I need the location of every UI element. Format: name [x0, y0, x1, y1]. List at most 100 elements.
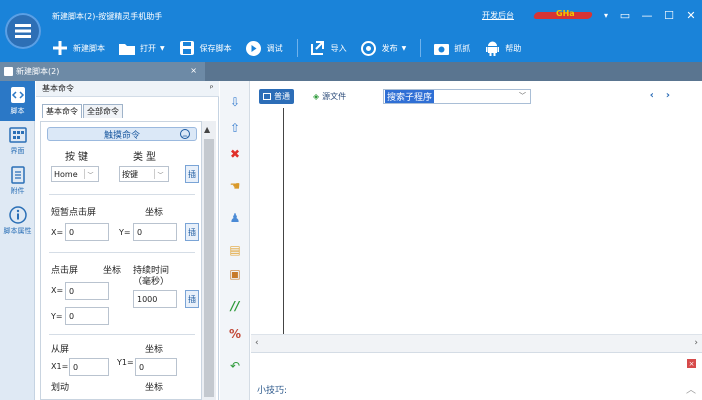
type-label: 类型 — [133, 152, 159, 163]
tab-basic-commands[interactable]: 基本命令 — [42, 104, 82, 118]
open-dropdown-icon[interactable]: ▼ — [160, 45, 165, 52]
touch-commands-section[interactable]: 触摸命令 ︽ — [47, 127, 197, 141]
press-y-input[interactable]: 0 — [65, 307, 109, 325]
command-list: 触摸命令 ︽ 按键 类型 Home ﹀ 按键 ﹀ 插 短暂点击屏 坐标 X= 0… — [40, 121, 202, 400]
command-panel-title: 基本命令 — [42, 84, 74, 93]
scroll-left-icon[interactable]: ‹ — [255, 338, 259, 348]
new-script-button[interactable]: 新建脚本 — [52, 37, 105, 59]
debug-label: 调试 — [266, 43, 283, 53]
divider — [49, 252, 195, 253]
press-unit-label: （毫秒） — [133, 277, 170, 287]
new-script-label: 新建脚本 — [73, 43, 105, 53]
chevron-down-icon: ﹀ — [84, 169, 96, 179]
insert-press-button[interactable]: 插 — [185, 290, 199, 308]
from-y1-input[interactable]: 0 — [135, 358, 177, 376]
chevron-up-icon[interactable]: ︿ — [686, 381, 696, 396]
from-x1-input[interactable]: 0 — [69, 358, 109, 376]
tab-all-commands[interactable]: 全部命令 — [83, 104, 123, 118]
debug-button[interactable]: 调试 — [246, 37, 283, 59]
script-editor[interactable] — [251, 108, 702, 334]
help-label: 帮助 — [505, 43, 522, 53]
document-tab-bar: 新建脚本(2) × — [0, 62, 702, 81]
undo-icon[interactable]: ↶ — [226, 357, 244, 375]
type-select-value: 按键 — [122, 169, 138, 179]
open-button[interactable]: 打开 ▼ — [119, 37, 165, 59]
comment-icon[interactable]: // — [226, 297, 244, 315]
press-coord-label: 坐标 — [103, 266, 122, 276]
close-tips-button[interactable]: × — [687, 359, 696, 368]
move-up-icon[interactable]: ⇧ — [226, 119, 244, 137]
collapse-icon[interactable]: ︽ — [180, 129, 190, 139]
import-button[interactable]: 导入 — [310, 37, 347, 59]
window-title: 新建脚本(2)-按键精灵手机助手 — [52, 12, 163, 21]
close-tab-button[interactable]: × — [190, 66, 197, 75]
key-select[interactable]: Home ﹀ — [51, 166, 99, 182]
save-icon — [179, 40, 195, 56]
document-icon — [4, 67, 13, 76]
prev-arrow-button[interactable]: ‹ — [650, 90, 654, 101]
tap-y-label: Y= — [119, 228, 131, 237]
user-badge[interactable]: GHa — [532, 8, 594, 22]
doc-tab-new-script[interactable]: 新建脚本(2) × — [0, 62, 205, 81]
press-label: 点击屏 — [51, 266, 79, 276]
view-normal-button[interactable]: 普通 — [259, 89, 294, 104]
next-arrow-button[interactable]: › — [666, 90, 670, 101]
folder-copy-icon[interactable]: ▤ — [226, 241, 244, 259]
nav-item-attachment[interactable]: 附件 — [0, 161, 35, 201]
type-select[interactable]: 按键 ﹀ — [119, 166, 169, 182]
divider — [49, 194, 195, 195]
editor-horizontal-scrollbar[interactable]: ‹ › — [251, 334, 702, 352]
press-x-input[interactable]: 0 — [65, 282, 109, 300]
tips-title: 小技巧: — [257, 386, 288, 396]
nav-item-script[interactable]: 脚本 — [0, 81, 35, 121]
close-window-button[interactable]: ✕ — [680, 4, 702, 26]
app-menu-button[interactable] — [5, 13, 41, 49]
help-button[interactable]: 帮助 — [484, 37, 521, 59]
title-toolbar-band: 新建脚本(2)-按键精灵手机助手 开发后台 GHa ▾ ▭ — ☐ ✕ 新建脚本… — [0, 0, 702, 62]
dev-backend-link[interactable]: 开发后台 — [482, 10, 514, 21]
nav-item-ui[interactable]: 界面 — [0, 121, 35, 161]
delete-icon[interactable]: ✖ — [226, 145, 244, 163]
tips-panel: × 小技巧: ︿ — [251, 352, 702, 400]
press-duration-input[interactable]: 1000 — [133, 290, 177, 308]
nav-item-script-properties[interactable]: 脚本属性 — [0, 201, 35, 241]
user-dropdown-icon[interactable]: ▾ — [598, 11, 614, 20]
capture-button[interactable]: 抓抓 — [433, 37, 470, 59]
save-script-button[interactable]: 保存脚本 — [179, 37, 232, 59]
minimize-button[interactable]: — — [636, 4, 658, 26]
insert-tap-button[interactable]: 插 — [185, 223, 199, 241]
scroll-thumb[interactable] — [204, 139, 214, 397]
insert-key-button[interactable]: 插 — [185, 165, 199, 183]
subroutine-search-value: 搜索子程序 — [385, 90, 435, 103]
doc-tab-label: 新建脚本(2) — [16, 67, 60, 76]
publish-dropdown-icon[interactable]: ▼ — [402, 45, 407, 52]
subroutine-search-select[interactable]: 搜索子程序 ﹀ — [383, 89, 531, 104]
editor-toolbar: 普通 ◈ 源文件 搜索子程序 ﹀ ‹ › — [251, 87, 702, 107]
import-label: 导入 — [330, 43, 347, 53]
scroll-up-icon[interactable]: ▲ — [204, 125, 210, 134]
command-list-scrollbar[interactable]: ▲ — [202, 121, 216, 400]
tap-y-input[interactable]: 0 — [133, 223, 177, 241]
grid-icon — [8, 127, 27, 143]
android-icon — [484, 40, 500, 56]
publish-icon — [361, 40, 377, 56]
scroll-right-icon[interactable]: › — [694, 338, 698, 348]
clipboard-icon[interactable]: ▣ — [226, 265, 244, 283]
toolbar-separator — [296, 39, 298, 57]
move-down-icon[interactable]: ⇩ — [226, 93, 244, 111]
publish-button[interactable]: 发布 ▼ — [361, 37, 407, 59]
uncomment-icon[interactable]: % — [226, 325, 244, 343]
paste-icon[interactable]: ♟ — [226, 209, 244, 227]
nav-label: 界面 — [10, 147, 25, 155]
press-y-label: Y= — [51, 312, 63, 321]
camera-icon — [433, 40, 449, 56]
pin-icon[interactable]: ᴾ — [210, 84, 213, 93]
tap-x-input[interactable]: 0 — [65, 223, 109, 241]
from-coord-label: 坐标 — [145, 345, 164, 355]
maximize-button[interactable]: ☐ — [658, 4, 680, 26]
view-source-button[interactable]: ◈ 源文件 — [309, 89, 350, 104]
restore-panel-button[interactable]: ▭ — [614, 4, 636, 26]
editor-action-column: ⇩ ⇧ ✖ ☚ ♟ ▤ ▣ // % ↶ — [220, 81, 250, 400]
nav-label: 脚本 — [10, 107, 25, 115]
folder-icon — [119, 40, 135, 56]
